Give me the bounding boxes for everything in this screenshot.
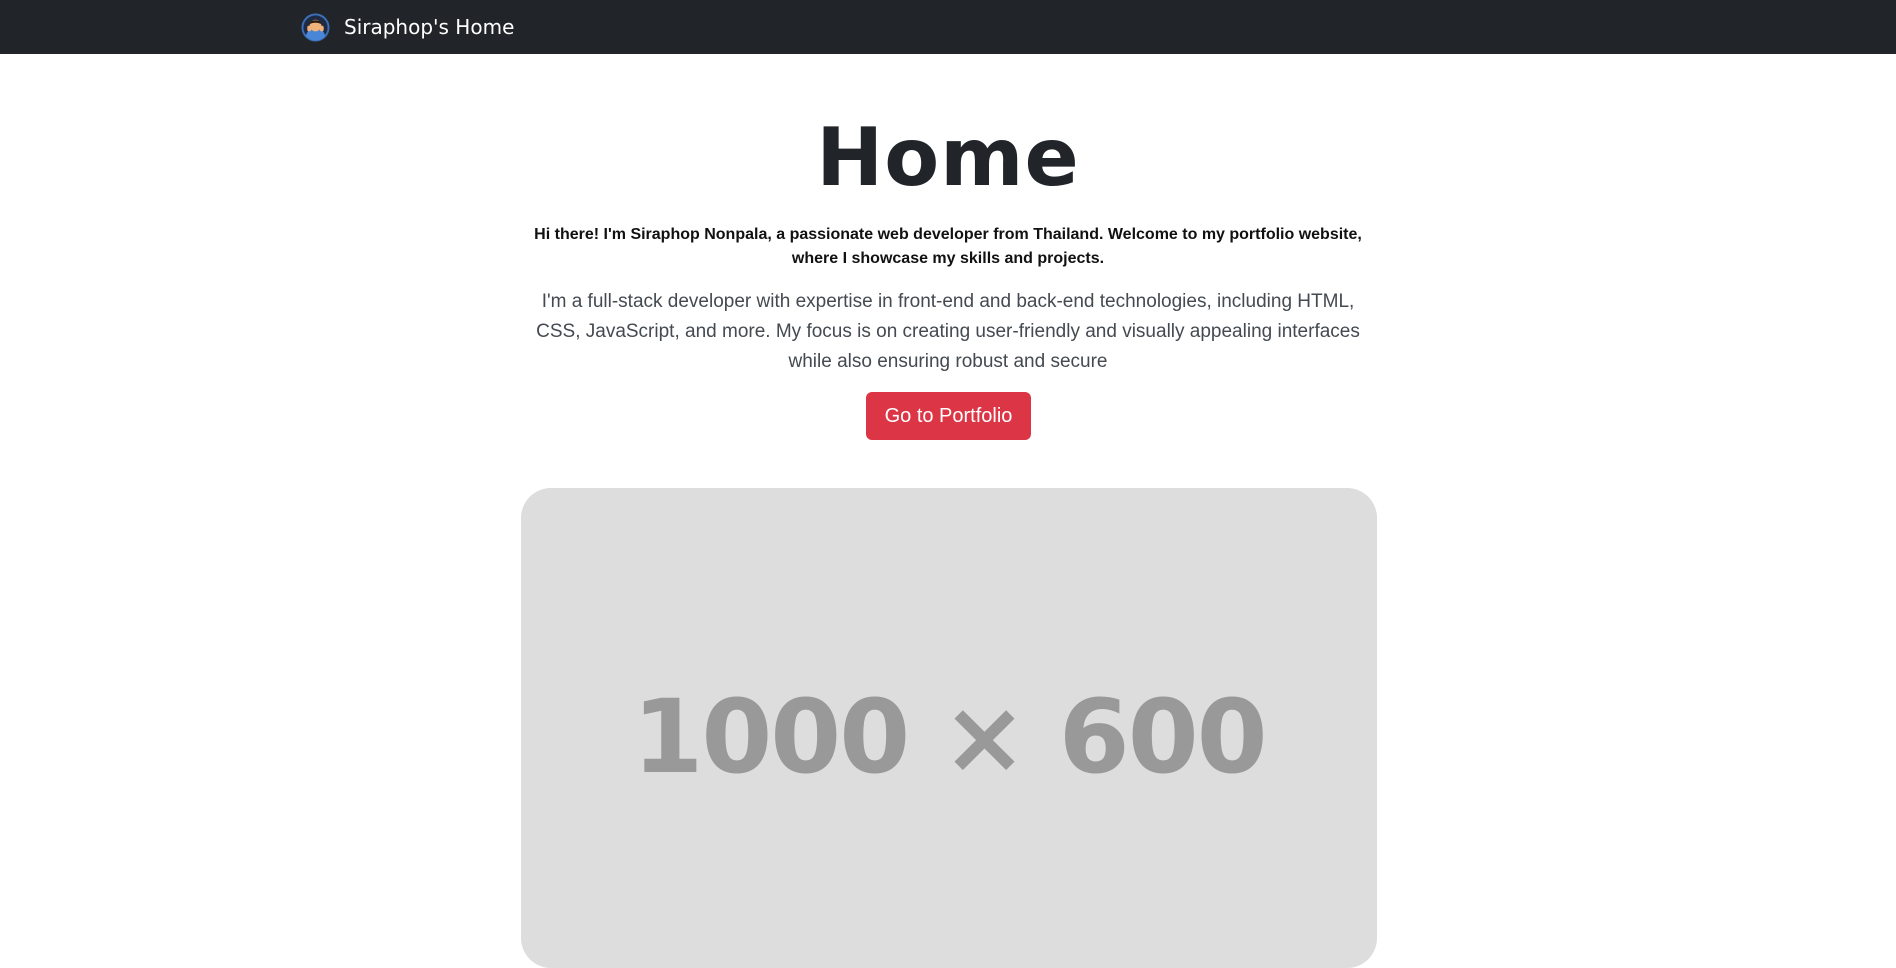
intro-text: Hi there! I'm Siraphop Nonpala, a passio… <box>534 226 1362 267</box>
placeholder-dimensions-label: 1000 × 600 <box>632 678 1267 797</box>
navbar-brand-link[interactable]: Siraphop's Home <box>301 11 514 43</box>
brand-title: Siraphop's Home <box>344 15 515 39</box>
avatar-icon <box>301 12 330 42</box>
top-navbar: Siraphop's Home <box>0 0 1896 54</box>
go-to-portfolio-button[interactable]: Go to Portfolio <box>866 392 1031 440</box>
hero-image-placeholder: 1000 × 600 <box>521 488 1377 968</box>
page-title: Home <box>816 111 1080 204</box>
description-text: I'm a full-stack developer with expertis… <box>536 291 1360 372</box>
